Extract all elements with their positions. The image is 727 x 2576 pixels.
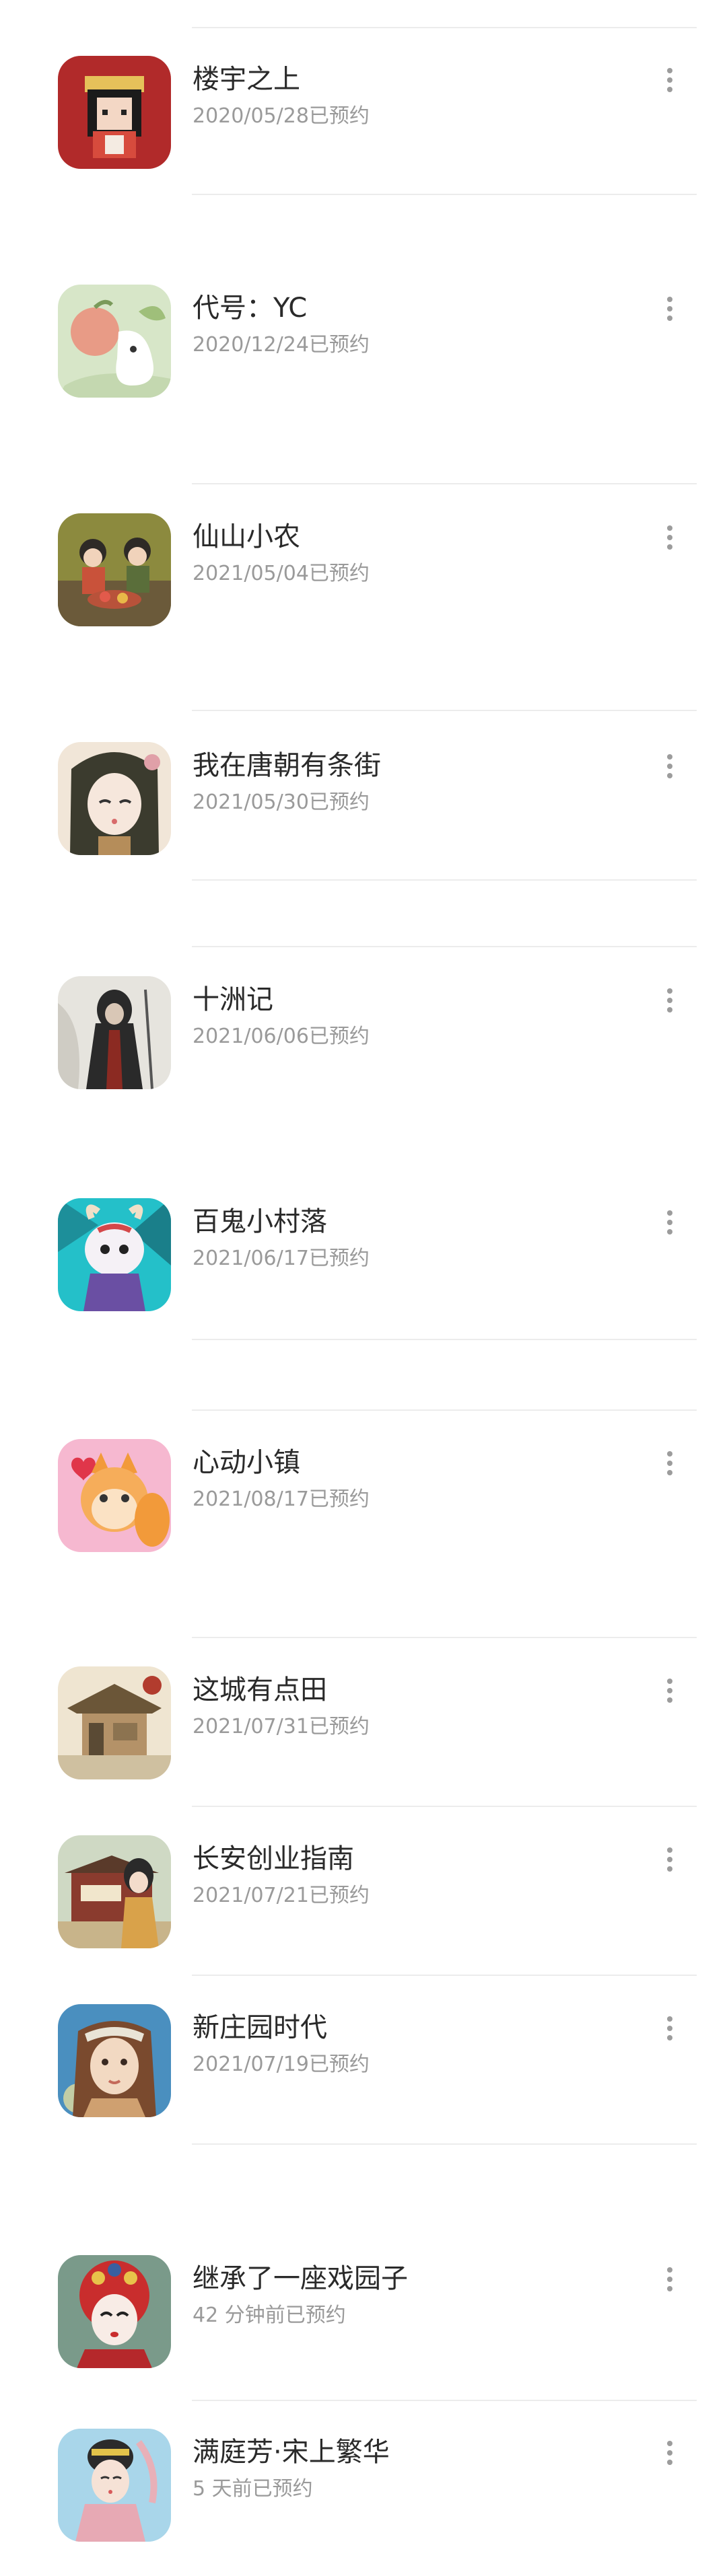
reserved-date: 2021/07/19已预约 <box>193 2053 370 2076</box>
divider <box>192 879 697 881</box>
divider <box>192 2143 697 2145</box>
game-title[interactable]: 代号：YC <box>193 286 307 325</box>
game-list-item[interactable]: 满庭芳·宋上繁华 5 天前已预约 <box>0 2429 727 2550</box>
more-options-icon[interactable] <box>663 2267 677 2294</box>
fox-heart-game-icon[interactable] <box>58 1439 171 1552</box>
divider <box>192 194 697 195</box>
reserved-date: 2021/08/17已预约 <box>193 1487 370 1511</box>
ghost-creature-game-icon[interactable] <box>58 1198 171 1311</box>
reserved-date: 42 分钟前已预约 <box>193 2304 346 2327</box>
game-title[interactable]: 仙山小农 <box>193 515 300 554</box>
divider <box>192 946 697 947</box>
game-list-item[interactable]: 仙山小农 2021/05/04已预约 <box>0 513 727 634</box>
divider <box>192 483 697 484</box>
game-list-item[interactable]: 这城有点田 2021/07/31已预约 <box>0 1666 727 1788</box>
more-options-icon[interactable] <box>663 297 677 324</box>
peach-spirit-game-icon[interactable] <box>58 285 171 398</box>
game-list-item[interactable]: 长安创业指南 2021/07/21已预约 <box>0 1835 727 1956</box>
divider <box>192 1409 697 1411</box>
game-title[interactable]: 心动小镇 <box>193 1440 300 1479</box>
old-house-game-icon[interactable] <box>58 1666 171 1779</box>
game-list-item[interactable]: 继承了一座戏园子 42 分钟前已预约 <box>0 2255 727 2376</box>
divider <box>192 27 697 28</box>
divider <box>192 710 697 711</box>
reserved-date: 5 天前已预约 <box>193 2477 313 2501</box>
game-list-item[interactable]: 代号：YC 2020/12/24已预约 <box>0 285 727 406</box>
song-lady-game-icon[interactable] <box>58 2429 171 2542</box>
reserved-date: 2021/05/04已预约 <box>193 562 370 585</box>
more-options-icon[interactable] <box>663 1679 677 1705</box>
game-title[interactable]: 十洲记 <box>193 978 273 1017</box>
pixel-girl-game-icon[interactable] <box>58 56 171 169</box>
game-title[interactable]: 百鬼小村落 <box>193 1200 327 1239</box>
reserved-date: 2021/05/30已预约 <box>193 790 370 814</box>
reserved-date: 2020/05/28已预约 <box>193 104 370 128</box>
reserved-date: 2021/07/21已预约 <box>193 1884 370 1907</box>
divider <box>192 1975 697 1976</box>
tang-girl-game-icon[interactable] <box>58 742 171 855</box>
game-title[interactable]: 楼宇之上 <box>193 57 300 96</box>
game-title[interactable]: 长安创业指南 <box>193 1837 354 1876</box>
game-list-item[interactable]: 心动小镇 2021/08/17已预约 <box>0 1439 727 1560</box>
more-options-icon[interactable] <box>663 1451 677 1478</box>
game-list-item[interactable]: 十洲记 2021/06/06已预约 <box>0 976 727 1097</box>
divider <box>192 2400 697 2401</box>
reserved-date: 2020/12/24已预约 <box>193 333 370 357</box>
divider <box>192 1806 697 1807</box>
game-list-item[interactable]: 新庄园时代 2021/07/19已预约 <box>0 2004 727 2125</box>
game-title[interactable]: 满庭芳·宋上繁华 <box>193 2430 390 2469</box>
more-options-icon[interactable] <box>663 2441 677 2468</box>
more-options-icon[interactable] <box>663 988 677 1015</box>
changan-shop-game-icon[interactable] <box>58 1835 171 1948</box>
game-list-item[interactable]: 我在唐朝有条街 2021/05/30已预约 <box>0 742 727 863</box>
opera-mask-game-icon[interactable] <box>58 2255 171 2368</box>
more-options-icon[interactable] <box>663 754 677 781</box>
game-title[interactable]: 继承了一座戏园子 <box>193 2256 408 2295</box>
farm-kids-game-icon[interactable] <box>58 513 171 626</box>
reserved-date: 2021/07/31已预约 <box>193 1715 370 1738</box>
ink-warrior-game-icon[interactable] <box>58 976 171 1089</box>
reserved-games-page: { "games": [ {"title": "楼宇之上", "reserved… <box>0 0 727 2576</box>
more-options-icon[interactable] <box>663 2016 677 2043</box>
more-options-icon[interactable] <box>663 525 677 552</box>
reserved-date: 2021/06/17已预约 <box>193 1247 370 1270</box>
game-title[interactable]: 我在唐朝有条街 <box>193 743 381 782</box>
game-list-item[interactable]: 楼宇之上 2020/05/28已预约 <box>0 56 727 177</box>
game-title[interactable]: 这城有点田 <box>193 1668 327 1707</box>
farm-woman-game-icon[interactable] <box>58 2004 171 2117</box>
more-options-icon[interactable] <box>663 68 677 95</box>
reserved-date: 2021/06/06已预约 <box>193 1025 370 1048</box>
divider <box>192 1339 697 1340</box>
divider <box>192 1637 697 1638</box>
game-list-item[interactable]: 百鬼小村落 2021/06/17已预约 <box>0 1198 727 1319</box>
more-options-icon[interactable] <box>663 1847 677 1874</box>
more-options-icon[interactable] <box>663 1210 677 1237</box>
game-title[interactable]: 新庄园时代 <box>193 2005 327 2045</box>
